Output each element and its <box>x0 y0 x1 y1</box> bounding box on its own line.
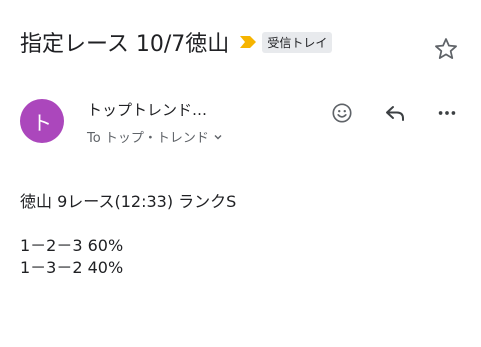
more-horizontal-icon[interactable] <box>433 99 461 127</box>
chevron-down-icon[interactable] <box>213 132 223 142</box>
avatar-letter: ト <box>32 110 52 135</box>
importance-marker-icon[interactable] <box>239 35 257 49</box>
emoji-icon[interactable] <box>328 99 356 127</box>
sender-row: ト トップトレンド… To トップ・トレンド <box>20 99 465 149</box>
reply-icon[interactable] <box>381 99 409 127</box>
recipient-text: To トップ・トレンド <box>87 131 209 146</box>
body-line-race: 徳山 9レース(12:33) ランクS <box>20 192 237 211</box>
email-subject: 指定レース 10/7徳山 <box>20 32 230 57</box>
avatar[interactable]: ト <box>20 99 64 143</box>
email-body: 徳山 9レース(12:33) ランクS 1－2－3 60% 1－3－2 40% <box>20 191 236 279</box>
recipient-details[interactable]: To トップ・トレンド <box>87 127 223 146</box>
body-line-pick-2: 1－3－2 40% <box>20 258 124 277</box>
subject-header: 指定レース 10/7徳山 受信トレイ <box>20 26 465 58</box>
inbox-label-chip[interactable]: 受信トレイ <box>262 31 333 53</box>
sender-name[interactable]: トップトレンド… <box>87 99 207 120</box>
body-blank-line <box>20 213 236 235</box>
body-line-pick-1: 1－2－3 60% <box>20 236 124 255</box>
star-icon[interactable] <box>433 36 459 62</box>
